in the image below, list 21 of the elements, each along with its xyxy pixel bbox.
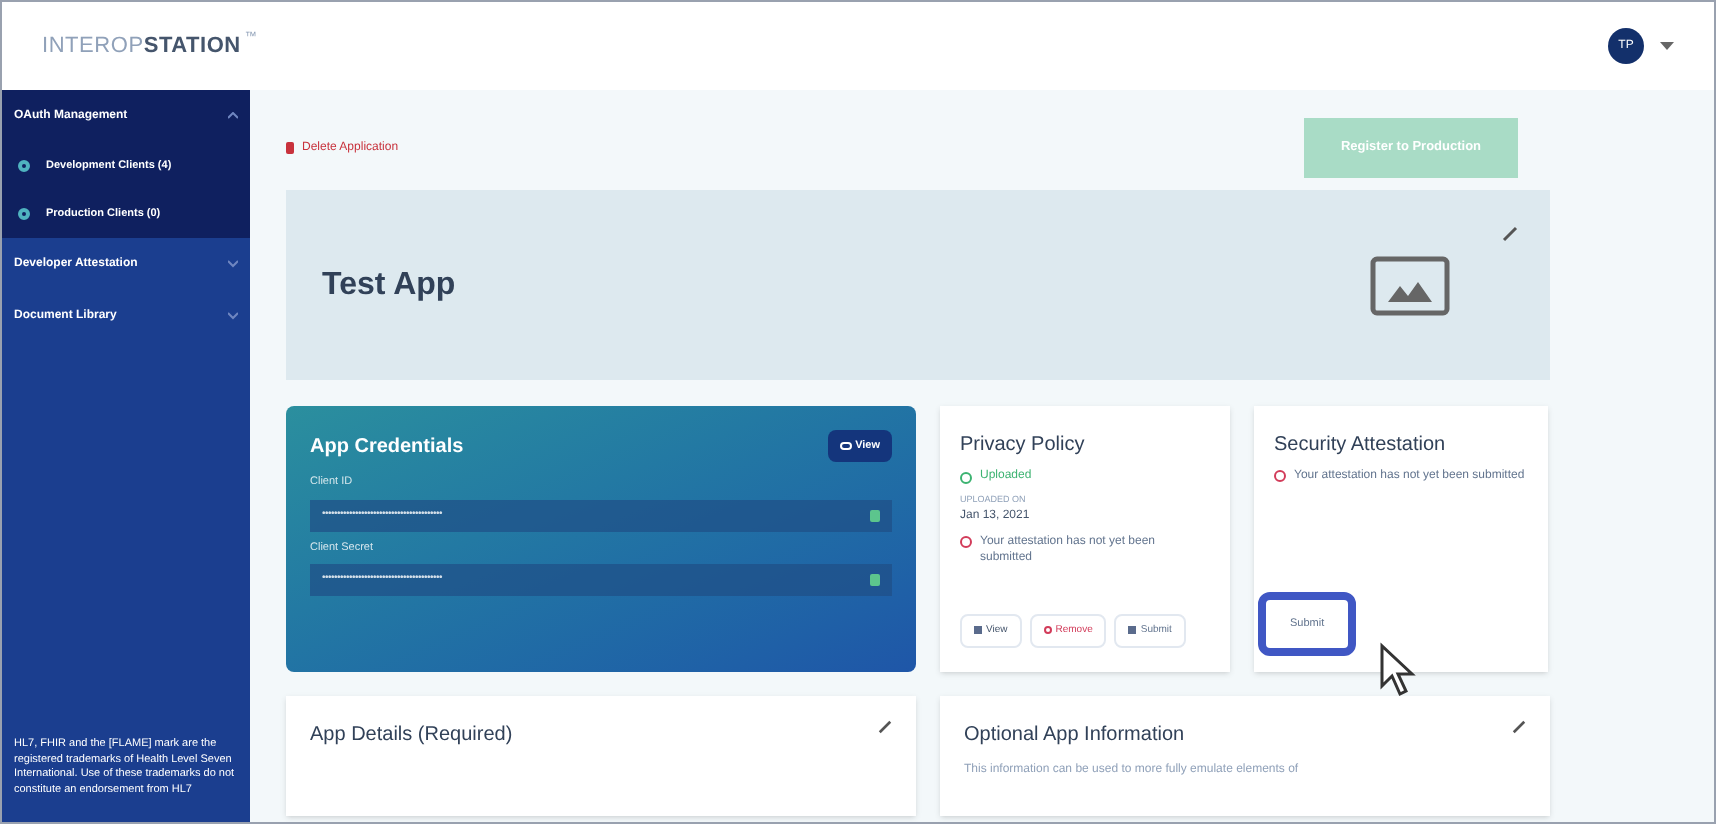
card-title: Security Attestation (1274, 432, 1448, 460)
remove-icon (1043, 626, 1052, 635)
image-placeholder-icon[interactable] (1370, 256, 1450, 316)
expand-icon (228, 260, 238, 268)
card-title: App Details (Required) (310, 722, 513, 750)
warning-icon (1274, 470, 1286, 482)
collapse-icon (228, 112, 238, 120)
card-title: Privacy Policy (960, 432, 1087, 460)
card-title: Optional App Information (964, 722, 1185, 750)
warning-icon (960, 535, 972, 548)
card-title: App Credentials (310, 433, 464, 462)
edit-icon[interactable] (878, 720, 892, 734)
expand-icon (228, 312, 238, 320)
edit-icon[interactable] (1512, 720, 1526, 734)
copy-icon[interactable] (870, 573, 880, 586)
copy-icon[interactable] (870, 509, 880, 521)
app-title: Test App (322, 265, 456, 305)
trash-icon (286, 142, 294, 154)
edit-icon[interactable] (1502, 226, 1518, 242)
caret-icon[interactable] (1660, 41, 1674, 51)
eye-icon (839, 442, 852, 451)
